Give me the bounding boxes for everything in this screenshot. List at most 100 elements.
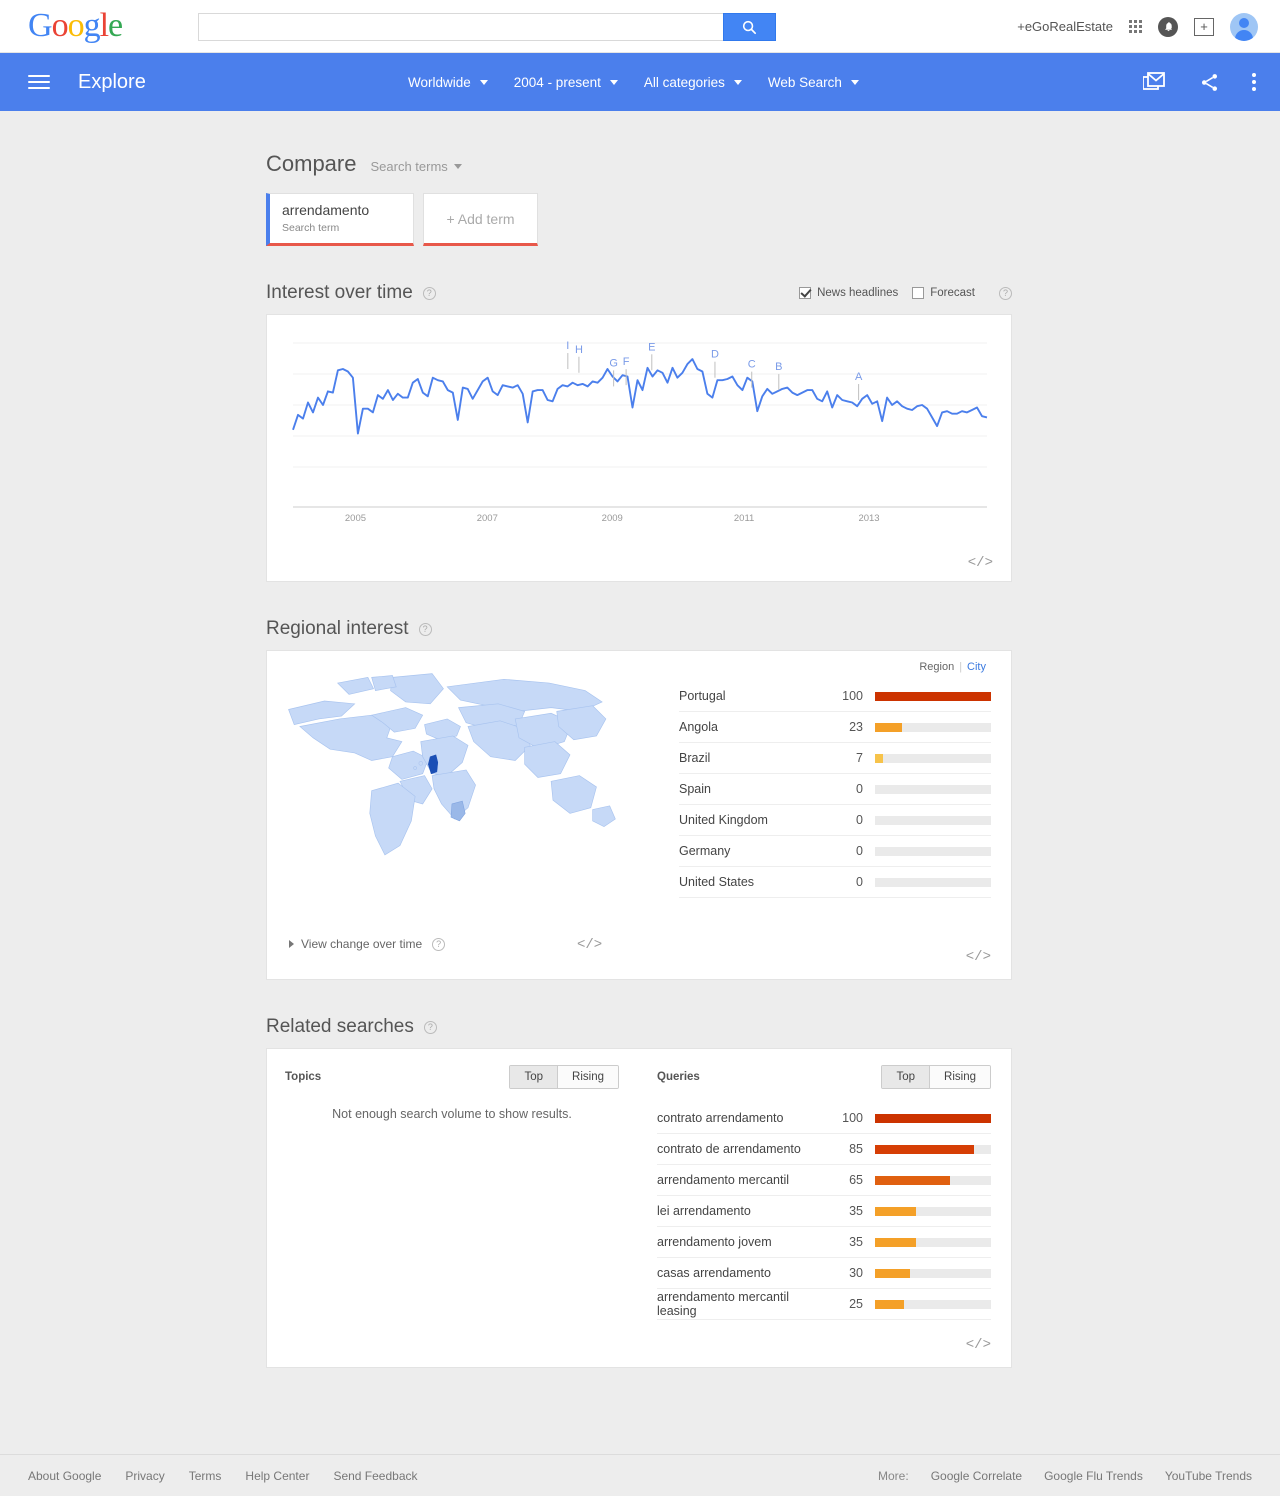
region-row-bar (875, 877, 991, 887)
query-row[interactable]: arrendamento jovem 35 (657, 1227, 991, 1258)
region-row[interactable]: Angola 23 (679, 712, 991, 743)
google-logo[interactable]: Google (28, 9, 123, 43)
region-row[interactable]: United States 0 (679, 867, 991, 898)
query-row-label: casas arrendamento (657, 1266, 771, 1280)
footer-links-right: More: Google Correlate Google Flu Trends Y… (878, 1469, 1252, 1483)
forecast-label: Forecast (930, 287, 975, 299)
footer-link[interactable]: Privacy (125, 1469, 164, 1483)
checkbox-checked-icon (799, 287, 812, 299)
query-row[interactable]: contrato arrendamento 100 (657, 1103, 991, 1134)
region-row[interactable]: Portugal 100 (679, 681, 991, 712)
tab-region[interactable]: Region (914, 661, 959, 673)
compare-type-label: Search terms (370, 159, 448, 174)
share-plus-icon[interactable]: + (1194, 17, 1214, 36)
search-input[interactable] (198, 13, 723, 41)
queries-tab-rising[interactable]: Rising (929, 1066, 990, 1088)
region-row-bar (875, 722, 991, 732)
help-icon[interactable]: ? (432, 937, 446, 951)
related-embed-code-button[interactable]: </> (966, 1337, 991, 1353)
query-row-value: 35 (849, 1235, 863, 1249)
region-row-value: 100 (842, 689, 863, 703)
time-filter-label: 2004 - present (513, 74, 601, 90)
related-searches-header: Related searches ? (266, 1016, 1012, 1038)
view-change-label: View change over time (301, 937, 423, 951)
news-marker-I: I (566, 340, 569, 352)
region-rows: Portugal 100 Angola 23 Brazil 7 Spain 0 United K… (679, 681, 991, 898)
query-row-value: 100 (842, 1111, 863, 1125)
embed-code-button[interactable]: </> (968, 555, 993, 571)
help-icon[interactable]: ? (423, 1020, 437, 1034)
region-list-pane: Region | City Portugal 100 Angola 23 Brazil 7 Sp… (667, 651, 1011, 979)
world-map[interactable] (281, 669, 621, 869)
term-cards: arrendamento Search term + Add term (266, 193, 1012, 246)
query-row-bar (875, 1144, 991, 1154)
query-row[interactable]: arrendamento mercantil leasing 25 (657, 1289, 991, 1320)
region-row-value: 23 (849, 720, 863, 734)
apps-grid-icon[interactable] (1129, 20, 1142, 33)
news-headlines-checkbox[interactable]: News headlines (799, 287, 898, 299)
footer-link[interactable]: YouTube Trends (1165, 1469, 1252, 1483)
help-icon[interactable]: ? (999, 286, 1012, 300)
tab-city[interactable]: City (962, 661, 991, 673)
query-row[interactable]: arrendamento mercantil 65 (657, 1165, 991, 1196)
footer-link[interactable]: Google Correlate (931, 1469, 1022, 1483)
footer-link[interactable]: Google Flu Trends (1044, 1469, 1143, 1483)
topics-toggle: Top Rising (509, 1065, 619, 1089)
subscribe-mail-icon[interactable] (1143, 72, 1167, 92)
help-icon[interactable]: ? (418, 622, 432, 636)
view-change-over-time-link[interactable]: View change over time ? (289, 937, 446, 951)
notification-bell-icon[interactable] (1158, 16, 1178, 37)
query-row-label: arrendamento mercantil (657, 1173, 790, 1187)
interest-over-time-chart[interactable]: A B C D E F G H I 2005 2007 2009 2011 2013 </> (266, 314, 1012, 582)
query-row-bar (875, 1299, 991, 1309)
location-filter[interactable]: Worldwide (408, 75, 488, 90)
search-button[interactable] (723, 13, 776, 41)
region-row[interactable]: Brazil 7 (679, 743, 991, 774)
page-body: Compare Search terms arrendamento Search… (0, 111, 1280, 1368)
share-icon[interactable] (1199, 72, 1220, 93)
region-row[interactable]: Spain 0 (679, 774, 991, 805)
news-marker-H: H (575, 344, 583, 356)
query-row-bar (875, 1206, 991, 1216)
query-row[interactable]: lei arrendamento 35 (657, 1196, 991, 1227)
footer-link[interactable]: Send Feedback (333, 1469, 417, 1483)
query-row-value: 35 (849, 1204, 863, 1218)
help-icon[interactable]: ? (422, 286, 436, 300)
query-rows: contrato arrendamento 100 contrato de arre… (657, 1103, 991, 1320)
google-top-bar: Google +eGoRealEstate + (0, 0, 1280, 53)
forecast-checkbox[interactable]: Forecast (912, 287, 975, 299)
google-search-box (198, 13, 776, 41)
search-term-card[interactable]: arrendamento Search term (266, 193, 414, 246)
more-vertical-icon[interactable] (1252, 73, 1256, 91)
footer-link[interactable]: Terms (189, 1469, 222, 1483)
explore-toolbar: Explore Worldwide 2004 - present All cat… (0, 53, 1280, 111)
region-row[interactable]: Germany 0 (679, 836, 991, 867)
query-row[interactable]: contrato de arrendamento 85 (657, 1134, 991, 1165)
category-filter-label: All categories (643, 74, 725, 90)
location-filter-label: Worldwide (408, 74, 471, 90)
topics-tab-top[interactable]: Top (510, 1066, 558, 1088)
search-type-filter[interactable]: Web Search (768, 75, 859, 90)
time-filter[interactable]: 2004 - present (514, 75, 618, 90)
map-highlight-portugal (428, 754, 439, 775)
account-name[interactable]: +eGoRealEstate (1017, 19, 1113, 34)
footer-link[interactable]: About Google (28, 1469, 101, 1483)
query-row[interactable]: casas arrendamento 30 (657, 1258, 991, 1289)
world-map-pane[interactable]: View change over time ? </> (267, 651, 667, 979)
region-embed-code-button[interactable]: </> (966, 949, 991, 965)
query-row-bar (875, 1268, 991, 1278)
map-embed-code-button[interactable]: </> (577, 937, 602, 953)
query-row-value: 25 (849, 1297, 863, 1311)
topics-pane: Topics Top Rising Not enough search volu… (267, 1049, 639, 1367)
category-filter[interactable]: All categories (644, 75, 742, 90)
queries-tab-top[interactable]: Top (882, 1066, 930, 1088)
compare-type-selector[interactable]: Search terms (370, 159, 462, 174)
news-marker-G: G (609, 357, 618, 369)
region-row[interactable]: United Kingdom 0 (679, 805, 991, 836)
add-term-button[interactable]: + Add term (423, 193, 538, 246)
topics-tab-rising[interactable]: Rising (557, 1066, 618, 1088)
chart-options: News headlines Forecast ? (799, 286, 1012, 300)
footer-link[interactable]: Help Center (245, 1469, 309, 1483)
hamburger-menu-icon[interactable] (28, 71, 50, 93)
avatar[interactable] (1230, 12, 1258, 41)
